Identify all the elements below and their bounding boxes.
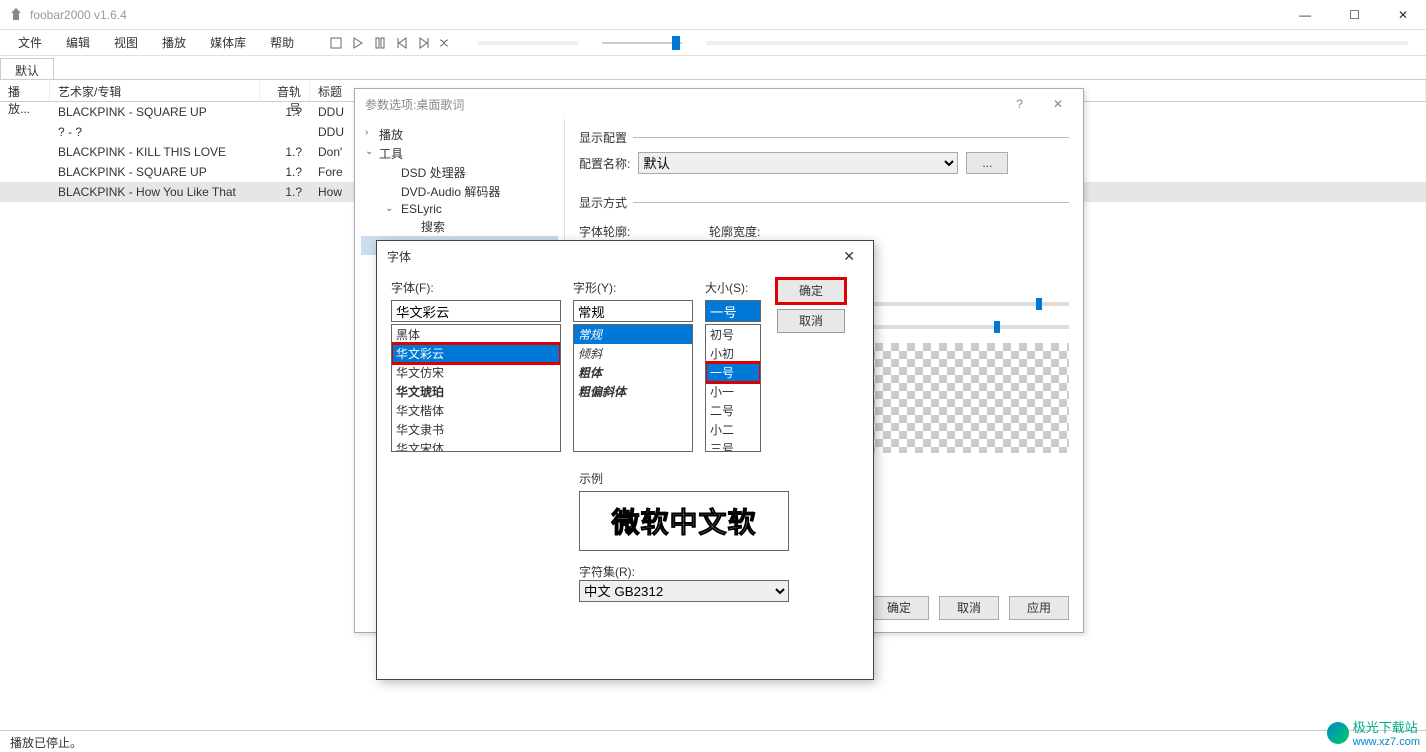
status-text: 播放已停止。 bbox=[10, 736, 82, 750]
col-track[interactable]: 音轨号 bbox=[260, 80, 310, 101]
style-label: 字形(Y): bbox=[573, 279, 693, 296]
style-item[interactable]: 粗体 bbox=[574, 363, 692, 382]
font-dialog: 字体 ✕ 字体(F): 黑体 华文彩云 华文仿宋 华文琥珀 华文楷体 华文隶书 … bbox=[376, 240, 874, 680]
font-item[interactable]: 华文楷体 bbox=[392, 401, 560, 420]
prev-icon[interactable] bbox=[394, 35, 410, 51]
pref-help-button[interactable]: ? bbox=[1006, 93, 1033, 115]
watermark-icon bbox=[1327, 722, 1349, 744]
watermark: 极光下载站 www.xz7.com bbox=[1327, 717, 1420, 748]
size-item[interactable]: 三号 bbox=[706, 439, 760, 452]
style-input[interactable] bbox=[573, 300, 693, 322]
maximize-button[interactable]: ☐ bbox=[1339, 4, 1370, 26]
playlist-tabs: 默认 bbox=[0, 56, 1426, 80]
playback-toolbar bbox=[328, 35, 454, 51]
size-item[interactable]: 小二 bbox=[706, 420, 760, 439]
font-input[interactable] bbox=[391, 300, 561, 322]
menu-view[interactable]: 视图 bbox=[104, 30, 148, 55]
pref-title: 参数选项:桌面歌词 bbox=[365, 96, 1006, 113]
pref-apply-button[interactable]: 应用 bbox=[1009, 596, 1069, 620]
menu-file[interactable]: 文件 bbox=[8, 30, 52, 55]
menu-help[interactable]: 帮助 bbox=[260, 30, 304, 55]
config-name-select[interactable]: 默认 bbox=[638, 152, 958, 174]
menu-playback[interactable]: 播放 bbox=[152, 30, 196, 55]
size-label: 大小(S): bbox=[705, 279, 761, 296]
tree-tools[interactable]: ⌄工具 bbox=[361, 144, 558, 163]
size-item[interactable]: 初号 bbox=[706, 325, 760, 344]
title-bar: foobar2000 v1.6.4 — ☐ ✕ bbox=[0, 0, 1426, 30]
col-playing[interactable]: 播放... bbox=[0, 80, 50, 101]
tree-search[interactable]: 搜索 bbox=[361, 217, 558, 236]
minimize-button[interactable]: — bbox=[1289, 4, 1321, 26]
close-button[interactable]: ✕ bbox=[1388, 4, 1418, 26]
stop-icon[interactable] bbox=[328, 35, 344, 51]
font-label: 字体(F): bbox=[391, 279, 561, 296]
charset-label: 字符集(R): bbox=[579, 563, 789, 580]
font-item[interactable]: 华文宋体 bbox=[392, 439, 560, 452]
group-style: 显示方式 bbox=[579, 194, 633, 211]
next-icon[interactable] bbox=[416, 35, 432, 51]
config-more-button[interactable]: ... bbox=[966, 152, 1008, 174]
pref-cancel-button[interactable]: 取消 bbox=[939, 596, 999, 620]
tab-default[interactable]: 默认 bbox=[0, 58, 54, 79]
font-item[interactable]: 黑体 bbox=[392, 325, 560, 344]
sample-label: 示例 bbox=[579, 470, 789, 487]
pref-buttons: 确定 取消 应用 bbox=[869, 596, 1069, 620]
style-item[interactable]: 倾斜 bbox=[574, 344, 692, 363]
menu-edit[interactable]: 编辑 bbox=[56, 30, 100, 55]
size-item-selected[interactable]: 一号 bbox=[706, 363, 760, 382]
sample-text: 微软中文软 bbox=[611, 501, 756, 541]
font-list[interactable]: 黑体 华文彩云 华文仿宋 华文琥珀 华文楷体 华文隶书 华文宋体 bbox=[391, 324, 561, 452]
seek-slider-small[interactable] bbox=[478, 41, 578, 45]
pref-close-button[interactable]: ✕ bbox=[1043, 93, 1073, 115]
font-close-button[interactable]: ✕ bbox=[835, 244, 863, 269]
play-icon[interactable] bbox=[350, 35, 366, 51]
size-item[interactable]: 小一 bbox=[706, 382, 760, 401]
pref-ok-button[interactable]: 确定 bbox=[869, 596, 929, 620]
style-item-selected[interactable]: 常规 bbox=[574, 325, 692, 344]
volume-slider[interactable] bbox=[602, 38, 682, 48]
style-item[interactable]: 粗偏斜体 bbox=[574, 382, 692, 401]
outline-label: 字体轮廓: bbox=[579, 223, 679, 240]
style-list[interactable]: 常规 倾斜 粗体 粗偏斜体 bbox=[573, 324, 693, 452]
watermark-url: www.xz7.com bbox=[1353, 736, 1420, 748]
pause-icon[interactable] bbox=[372, 35, 388, 51]
group-display: 显示配置 bbox=[579, 129, 633, 146]
font-item[interactable]: 华文隶书 bbox=[392, 420, 560, 439]
menu-bar: 文件 编辑 视图 播放 媒体库 帮助 bbox=[0, 30, 1426, 56]
tree-eslyric[interactable]: ⌄ESLyric bbox=[361, 201, 558, 217]
font-item-selected[interactable]: 华文彩云 bbox=[392, 344, 560, 363]
size-item[interactable]: 小初 bbox=[706, 344, 760, 363]
app-icon bbox=[8, 7, 24, 23]
size-list[interactable]: 初号 小初 一号 小一 二号 小二 三号 bbox=[705, 324, 761, 452]
seek-slider[interactable] bbox=[706, 41, 1408, 45]
random-icon[interactable] bbox=[438, 35, 454, 51]
watermark-brand: 极光下载站 bbox=[1353, 717, 1420, 736]
status-bar: 播放已停止。 bbox=[0, 730, 1426, 752]
font-cancel-button[interactable]: 取消 bbox=[777, 309, 845, 333]
font-dialog-title: 字体 bbox=[387, 248, 835, 265]
size-input[interactable] bbox=[705, 300, 761, 322]
font-ok-button[interactable]: 确定 bbox=[777, 279, 845, 303]
pref-titlebar: 参数选项:桌面歌词 ? ✕ bbox=[355, 89, 1083, 119]
font-item[interactable]: 华文琥珀 bbox=[392, 382, 560, 401]
charset-select[interactable]: 中文 GB2312 bbox=[579, 580, 789, 602]
tree-playback[interactable]: ›播放 bbox=[361, 125, 558, 144]
font-item[interactable]: 华文仿宋 bbox=[392, 363, 560, 382]
outline-width-label: 轮廓宽度: bbox=[709, 223, 789, 240]
size-item[interactable]: 二号 bbox=[706, 401, 760, 420]
sample-box: 微软中文软 bbox=[579, 491, 789, 551]
config-name-label: 配置名称: bbox=[579, 155, 630, 172]
tree-dvd[interactable]: DVD-Audio 解码器 bbox=[361, 182, 558, 201]
font-titlebar: 字体 ✕ bbox=[377, 241, 873, 271]
window-title: foobar2000 v1.6.4 bbox=[30, 8, 1289, 22]
col-artist[interactable]: 艺术家/专辑 bbox=[50, 80, 260, 101]
window-controls: — ☐ ✕ bbox=[1289, 4, 1418, 26]
tree-dsd[interactable]: DSD 处理器 bbox=[361, 163, 558, 182]
menu-library[interactable]: 媒体库 bbox=[200, 30, 256, 55]
